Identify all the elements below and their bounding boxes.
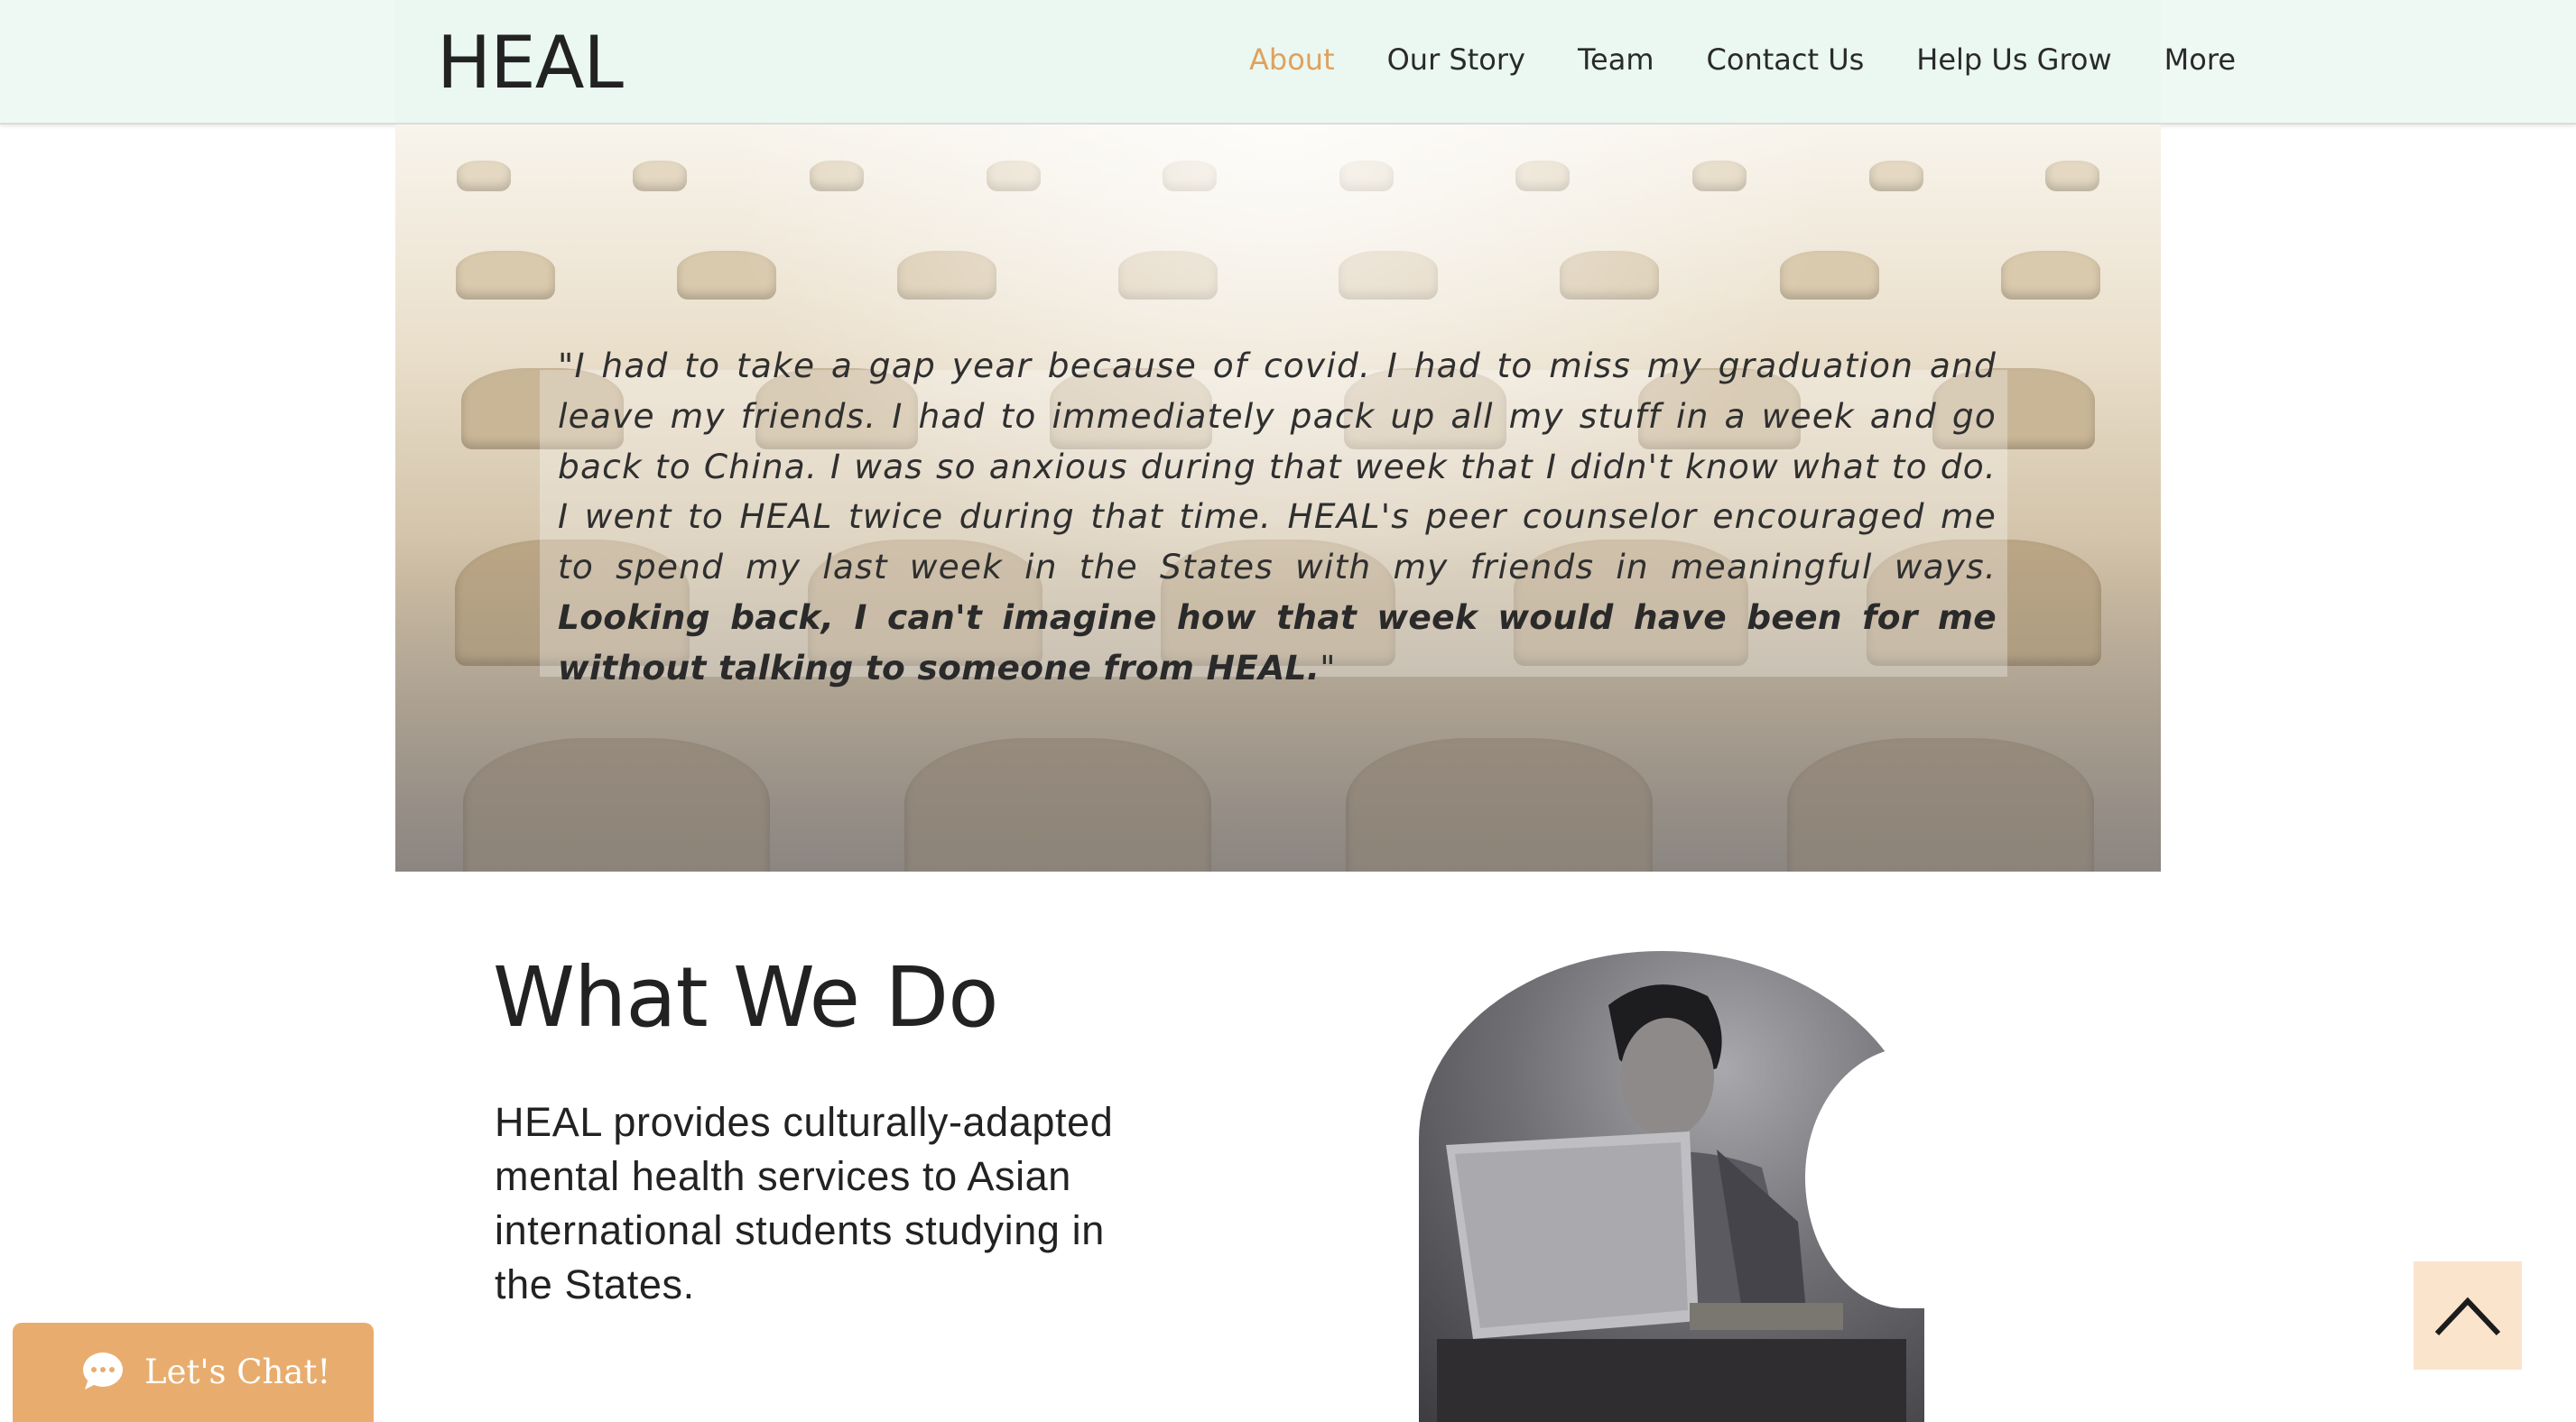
testimonial-quote: "I had to take a gap year because of cov… — [558, 341, 1997, 694]
quote-close-mark: " — [1320, 647, 1337, 688]
nav-about[interactable]: About — [1223, 36, 1361, 83]
lets-chat-button[interactable]: Let's Chat! — [13, 1323, 374, 1422]
nav-our-story[interactable]: Our Story — [1361, 36, 1552, 83]
quote-bold-text: Looking back, I can't imagine how that w… — [558, 596, 1997, 688]
chat-label: Let's Chat! — [144, 1353, 331, 1391]
nav-team[interactable]: Team — [1552, 36, 1681, 83]
what-we-do-description: HEAL provides culturally-adapted mental … — [495, 1099, 1114, 1307]
site-logo[interactable]: HEAL — [437, 20, 624, 106]
chat-bubble-icon — [83, 1353, 123, 1390]
nav-contact-us[interactable]: Contact Us — [1681, 36, 1891, 83]
main-nav: About Our Story Team Contact Us Help Us … — [1223, 36, 2262, 83]
section-title-what-we-do: What We Do — [493, 949, 999, 1046]
hero-image-lecture-hall: "I had to take a gap year because of cov… — [395, 125, 2161, 872]
back-to-top-button[interactable] — [2414, 1261, 2522, 1370]
quote-plain-text: "I had to take a gap year because of cov… — [558, 346, 1997, 587]
nav-help-us-grow[interactable]: Help Us Grow — [1890, 36, 2137, 83]
chevron-up-icon — [2434, 1297, 2501, 1336]
nav-more[interactable]: More — [2138, 36, 2262, 83]
